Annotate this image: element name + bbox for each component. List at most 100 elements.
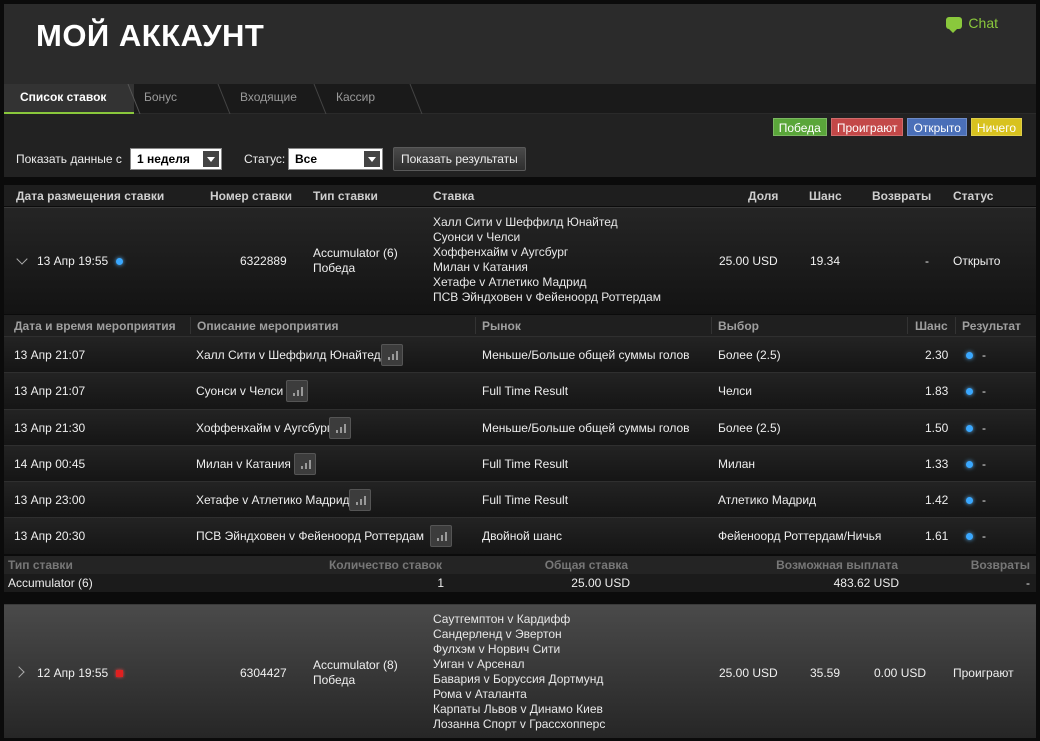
event-odds: 1.33 bbox=[925, 456, 949, 471]
bet-returns: 0.00 USD bbox=[874, 666, 927, 680]
stats-icon[interactable] bbox=[286, 380, 308, 403]
event-market: Меньше/Больше общей суммы голов bbox=[482, 420, 690, 435]
result-dot-icon bbox=[966, 348, 973, 362]
event-row: 13 Апр 20:30 ПСВ Эйндховен v Фейеноорд Р… bbox=[4, 517, 1036, 554]
tab-bet-list[interactable]: Список ставок bbox=[4, 84, 141, 114]
event-result: - bbox=[982, 420, 986, 435]
result-dot-icon bbox=[966, 384, 973, 398]
match-item: Халл Сити v Шеффилд Юнайтед bbox=[433, 215, 618, 229]
tab-cashier[interactable]: Кассир bbox=[320, 84, 423, 114]
stats-icon[interactable] bbox=[381, 344, 403, 366]
tab-separator bbox=[409, 84, 423, 114]
event-market: Full Time Result bbox=[482, 493, 569, 508]
tab-bonus[interactable]: Бонус bbox=[128, 84, 231, 114]
bet-number: 6304427 bbox=[240, 666, 287, 680]
event-description: ПСВ Эйндховен v Фейеноорд Роттердам bbox=[196, 529, 424, 544]
event-result: - bbox=[982, 493, 986, 508]
stats-icon[interactable] bbox=[430, 525, 452, 548]
tab-label: Список ставок bbox=[20, 90, 107, 104]
chevron-down-icon[interactable] bbox=[16, 253, 28, 265]
col-stake: Доля bbox=[748, 189, 779, 203]
summary-col-returns: Возвраты bbox=[970, 558, 1030, 572]
result-dot-icon bbox=[966, 529, 973, 543]
bet-status: Открыто bbox=[953, 254, 1001, 268]
match-item: Карпаты Львов v Динамо Киев bbox=[433, 702, 603, 716]
bet-row[interactable]: 12 Апр 19:55 6304427 Accumulator (8) Поб… bbox=[4, 604, 1036, 738]
tab-label: Входящие bbox=[240, 90, 297, 104]
page-title: МОЙ АККАУНТ bbox=[36, 18, 265, 53]
result-dot-icon bbox=[966, 457, 973, 471]
match-item: Хоффенхайм v Аугсбург bbox=[433, 245, 569, 259]
account-header: МОЙ АККАУНТ Chat bbox=[4, 4, 1036, 84]
event-result: - bbox=[982, 456, 986, 471]
match-item: Рома v Аталанта bbox=[433, 687, 527, 701]
event-selection: Более (2.5) bbox=[718, 420, 781, 435]
match-item: Милан v Катания bbox=[433, 260, 528, 274]
chevron-down-icon bbox=[364, 151, 380, 167]
tab-bar: Список ставок Бонус Входящие Кассир bbox=[4, 84, 1036, 114]
summary-type: Accumulator (6) bbox=[8, 576, 93, 590]
summary-col-total: Общая ставка bbox=[544, 558, 628, 572]
bet-detail-table: Дата и время мероприятия Описание меропр… bbox=[4, 315, 1036, 554]
event-row: 13 Апр 21:07 Халл Сити v Шеффилд Юнайтед… bbox=[4, 336, 1036, 373]
event-datetime: 13 Апр 20:30 bbox=[14, 529, 86, 544]
bets-table-header: Дата размещения ставки Номер ставки Тип … bbox=[4, 185, 1036, 206]
summary-col-payout: Возможная выплата bbox=[776, 558, 898, 572]
event-odds: 1.83 bbox=[925, 384, 949, 399]
legend-lose: Проиграют bbox=[830, 118, 904, 136]
event-description: Милан v Катания bbox=[196, 456, 291, 471]
event-selection: Милан bbox=[718, 456, 756, 471]
show-results-button[interactable]: Показать результаты bbox=[393, 147, 526, 171]
event-description: Хоффенхайм v Аугсбург bbox=[196, 420, 332, 435]
chat-icon bbox=[946, 17, 963, 33]
match-item: Лозанна Спорт v Грассхопперс bbox=[433, 717, 606, 731]
bet-stake: 25.00 USD bbox=[719, 254, 778, 268]
col-selection: Выбор bbox=[718, 319, 759, 333]
stats-icon[interactable] bbox=[294, 452, 316, 475]
col-bet: Ставка bbox=[433, 189, 475, 203]
event-datetime: 13 Апр 21:30 bbox=[14, 420, 86, 435]
tab-inbox[interactable]: Входящие bbox=[224, 84, 327, 114]
event-datetime: 13 Апр 23:00 bbox=[14, 493, 86, 508]
summary-total: 25.00 USD bbox=[571, 576, 630, 590]
event-row: 13 Апр 23:00 Хетафе v Атлетико Мадрид Fu… bbox=[4, 481, 1036, 518]
col-date: Дата размещения ставки bbox=[16, 189, 165, 203]
col-event-datetime: Дата и время мероприятия bbox=[14, 319, 176, 333]
col-status: Статус bbox=[953, 189, 994, 203]
bet-odds: 19.34 bbox=[810, 254, 841, 268]
event-selection: Более (2.5) bbox=[718, 348, 781, 362]
event-datetime: 13 Апр 21:07 bbox=[14, 348, 86, 362]
bet-date: 13 Апр 19:55 bbox=[37, 254, 109, 268]
period-value: 1 неделя bbox=[137, 152, 190, 166]
col-odds: Шанс bbox=[809, 189, 842, 203]
event-row: 13 Апр 21:07 Суонси v Челси Full Time Re… bbox=[4, 372, 1036, 409]
event-selection: Челси bbox=[718, 384, 752, 399]
stats-icon[interactable] bbox=[349, 489, 371, 512]
stats-icon[interactable] bbox=[329, 416, 351, 439]
match-item: Суонси v Челси bbox=[433, 230, 521, 244]
result-dot-icon bbox=[966, 421, 973, 435]
event-odds: 1.42 bbox=[925, 493, 949, 508]
event-description: Суонси v Челси bbox=[196, 384, 284, 399]
bet-returns: - bbox=[925, 254, 929, 268]
bet-type: Accumulator (6) bbox=[313, 246, 398, 260]
bet-row[interactable]: 13 Апр 19:55 6322889 Accumulator (6) Поб… bbox=[4, 207, 1036, 314]
status-select[interactable]: Все bbox=[288, 148, 383, 170]
col-market: Рынок bbox=[482, 319, 521, 333]
match-item: ПСВ Эйндховен v Фейеноорд Роттердам bbox=[433, 290, 661, 304]
chat-link[interactable]: Chat bbox=[946, 15, 998, 33]
period-label: Показать данные с bbox=[16, 152, 122, 166]
status-value: Все bbox=[295, 152, 318, 166]
event-odds: 1.50 bbox=[925, 420, 949, 435]
period-select[interactable]: 1 неделя bbox=[130, 148, 222, 170]
summary-returns: - bbox=[1026, 576, 1030, 590]
bet-stake: 25.00 USD bbox=[719, 666, 778, 680]
chevron-right-icon[interactable] bbox=[13, 666, 25, 678]
summary-col-type: Тип ставки bbox=[8, 558, 73, 572]
legend-win: Победа bbox=[772, 118, 827, 136]
bet-status: Проиграют bbox=[953, 666, 1014, 680]
col-returns: Возвраты bbox=[872, 189, 932, 203]
tab-label: Кассир bbox=[336, 90, 376, 104]
col-type: Тип ставки bbox=[313, 189, 378, 203]
event-market: Full Time Result bbox=[482, 384, 569, 399]
